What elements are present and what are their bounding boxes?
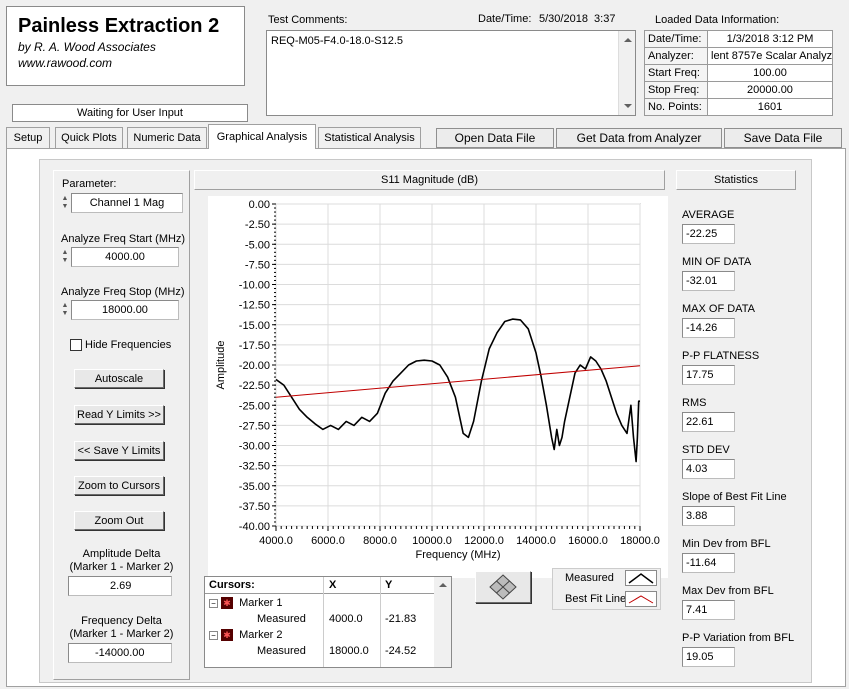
loaded-row: Stop Freq: 20000.00 — [644, 81, 833, 99]
loaded-row: Analyzer: lent 8757e Scalar Analyz — [644, 47, 833, 65]
tab-graphical-analysis[interactable]: Graphical Analysis — [208, 124, 316, 149]
loaded-label: Date/Time: — [644, 30, 708, 48]
loaded-value: lent 8757e Scalar Analyz — [707, 47, 833, 65]
app-title-panel: Painless Extraction 2 by R. A. Wood Asso… — [6, 6, 245, 86]
loaded-value: 1601 — [707, 98, 833, 116]
loaded-data-title: Loaded Data Information: — [655, 14, 780, 26]
loaded-value: 20000.00 — [707, 81, 833, 99]
tab-numeric-data[interactable]: Numeric Data — [127, 127, 207, 148]
loaded-row: Date/Time: 1/3/2018 3:12 PM — [644, 30, 833, 48]
tab-setup[interactable]: Setup — [6, 127, 50, 148]
tab-quick-plots[interactable]: Quick Plots — [55, 127, 123, 148]
save-data-file-button[interactable]: Save Data File — [724, 128, 842, 148]
tab-statistical-analysis[interactable]: Statistical Analysis — [318, 127, 421, 148]
loaded-value: 100.00 — [707, 64, 833, 82]
tab-content-panel — [6, 148, 846, 687]
loaded-row: No. Points: 1601 — [644, 98, 833, 116]
loaded-label: No. Points: — [644, 98, 708, 116]
app-website: www.rawood.com — [18, 56, 113, 70]
comments-text: REQ-M05-F4.0-18.0-S12.5 — [271, 35, 404, 47]
loaded-value: 1/3/2018 3:12 PM — [707, 30, 833, 48]
datetime-label: Date/Time: — [478, 13, 532, 25]
open-data-file-button[interactable]: Open Data File — [436, 128, 554, 148]
loaded-row: Start Freq: 100.00 — [644, 64, 833, 82]
app-title: Painless Extraction 2 — [18, 15, 220, 37]
loaded-label: Analyzer: — [644, 47, 708, 65]
status-field: Waiting for User Input — [12, 104, 248, 122]
scroll-up-icon[interactable] — [624, 38, 632, 42]
loaded-data-table: Date/Time: 1/3/2018 3:12 PM Analyzer: lent… — [644, 30, 833, 116]
loaded-label: Stop Freq: — [644, 81, 708, 99]
loaded-label: Start Freq: — [644, 64, 708, 82]
datetime-value: 5/30/2018 3:37 — [539, 13, 616, 25]
comments-textarea[interactable]: REQ-M05-F4.0-18.0-S12.5 — [266, 30, 636, 116]
comments-scrollbar[interactable] — [618, 31, 635, 115]
status-text: Waiting for User Input — [77, 107, 183, 119]
analysis-frame — [39, 159, 812, 683]
comments-label: Test Comments: — [268, 14, 348, 26]
app-byline: by R. A. Wood Associates — [18, 40, 156, 54]
scroll-down-icon[interactable] — [624, 104, 632, 108]
get-data-analyzer-button[interactable]: Get Data from Analyzer — [556, 128, 722, 148]
